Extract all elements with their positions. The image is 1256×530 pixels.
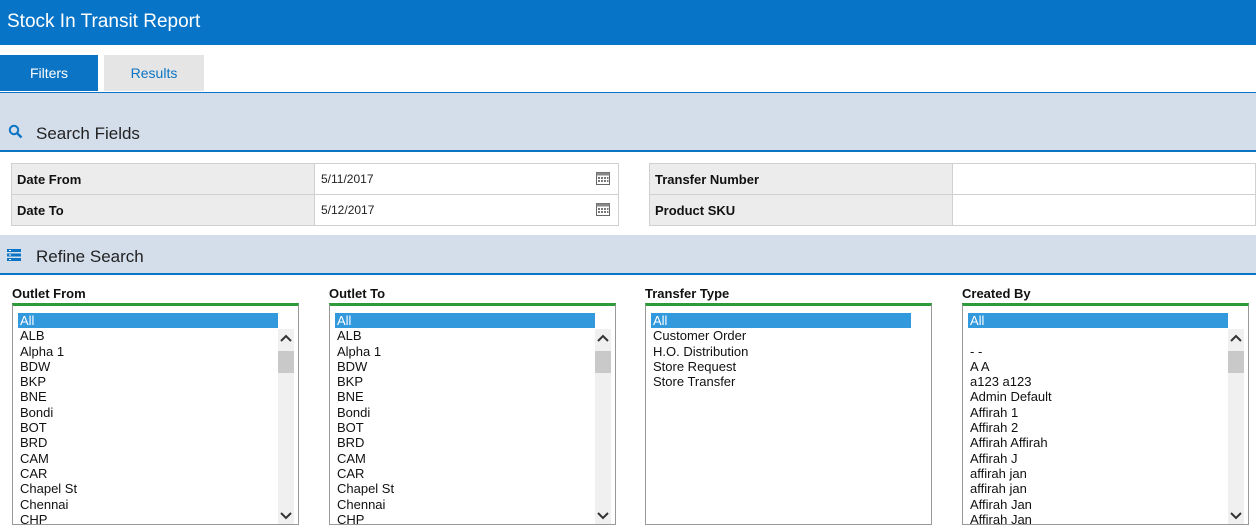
- list-item[interactable]: Customer Order: [651, 328, 911, 343]
- list-item[interactable]: Store Transfer: [651, 374, 911, 389]
- transfer-type-column: Transfer Type All Customer Order H.O. Dist…: [645, 286, 932, 525]
- list-item[interactable]: H.O. Distribution: [651, 344, 911, 359]
- title-bar: Stock In Transit Report: [0, 0, 1256, 45]
- list-item[interactable]: CAR: [335, 466, 595, 481]
- list-icon: [7, 248, 21, 266]
- chevron-up-icon[interactable]: [279, 331, 293, 343]
- date-to-label: Date To: [11, 194, 315, 226]
- list-item[interactable]: CAR: [18, 466, 278, 481]
- chevron-up-icon[interactable]: [1229, 331, 1243, 343]
- date-from-field[interactable]: 5/11/2017: [314, 163, 619, 195]
- outlet-from-column: Outlet From All ALB Alpha 1 BDW BKP BNE Bondi B…: [12, 286, 299, 525]
- list-item[interactable]: BNE: [18, 389, 278, 404]
- list-item[interactable]: Chapel St: [18, 481, 278, 496]
- scrollbar[interactable]: [1228, 329, 1244, 524]
- list-item[interactable]: BNE: [335, 389, 595, 404]
- search-fields-title: Search Fields: [36, 124, 140, 143]
- list-item[interactable]: Affirah Affirah: [968, 435, 1228, 450]
- created-by-header: Created By: [962, 286, 1031, 301]
- list-item[interactable]: Affirah 2: [968, 420, 1228, 435]
- tab-results[interactable]: Results: [104, 55, 204, 91]
- list-item[interactable]: BDW: [18, 359, 278, 374]
- list-item[interactable]: Bondi: [335, 405, 595, 420]
- scrollbar[interactable]: [595, 329, 611, 524]
- date-to-value[interactable]: 5/12/2017: [321, 203, 374, 217]
- outlet-to-header: Outlet To: [329, 286, 386, 301]
- list-item[interactable]: Chennai: [18, 497, 278, 512]
- list-item[interactable]: CHP: [18, 512, 278, 524]
- list-item[interactable]: A A: [968, 359, 1228, 374]
- transfer-number-label: Transfer Number: [649, 163, 953, 195]
- scrollbar-thumb[interactable]: [1228, 351, 1244, 373]
- transfer-fields-table: Transfer Number Product SKU: [649, 163, 1256, 226]
- list-item[interactable]: ALB: [18, 328, 278, 343]
- date-from-value[interactable]: 5/11/2017: [321, 172, 374, 186]
- transfer-type-header: Transfer Type: [645, 286, 730, 301]
- list-item[interactable]: - -: [968, 344, 1228, 359]
- chevron-down-icon[interactable]: [1229, 509, 1243, 521]
- list-item[interactable]: All: [651, 313, 911, 329]
- tab-filters[interactable]: Filters: [0, 55, 98, 91]
- date-to-field[interactable]: 5/12/2017: [314, 194, 619, 226]
- page-title: Stock In Transit Report: [7, 11, 201, 32]
- list-item[interactable]: BKP: [335, 374, 595, 389]
- list-item[interactable]: affirah jan: [968, 466, 1228, 481]
- refine-search-title: Refine Search: [36, 247, 144, 266]
- list-item[interactable]: Chapel St: [335, 481, 595, 496]
- outlet-to-column: Outlet To All ALB Alpha 1 BDW BKP BNE Bondi BOT…: [329, 286, 616, 525]
- date-from-label: Date From: [11, 163, 315, 195]
- list-item[interactable]: Affirah Jan: [968, 512, 1228, 524]
- list-item[interactable]: ALB: [335, 328, 595, 343]
- refine-search-header: Refine Search: [0, 235, 1256, 275]
- outlet-to-listbox[interactable]: All ALB Alpha 1 BDW BKP BNE Bondi BOT BRD CAM CAR C…: [329, 303, 616, 525]
- list-item[interactable]: Alpha 1: [18, 344, 278, 359]
- list-item[interactable]: BDW: [335, 359, 595, 374]
- list-item[interactable]: Affirah 1: [968, 405, 1228, 420]
- list-item[interactable]: Chennai: [335, 497, 595, 512]
- list-item[interactable]: BKP: [18, 374, 278, 389]
- chevron-up-icon[interactable]: [596, 331, 610, 343]
- list-item[interactable]: Admin Default: [968, 389, 1228, 404]
- transfer-number-input[interactable]: [951, 163, 1256, 195]
- product-sku-label: Product SKU: [649, 194, 953, 226]
- list-item[interactable]: a123 a123: [968, 374, 1228, 389]
- product-sku-input[interactable]: [951, 194, 1256, 226]
- search-fields-header: Search Fields: [0, 93, 1256, 152]
- search-icon: [8, 124, 24, 145]
- created-by-column: Created By All - -A Aa123 a123 Admin Defa…: [962, 286, 1249, 525]
- list-item[interactable]: CHP: [335, 512, 595, 524]
- transfer-type-listbox[interactable]: All Customer Order H.O. Distribution Store …: [645, 303, 932, 525]
- outlet-from-header: Outlet From: [12, 286, 86, 301]
- scrollbar-thumb[interactable]: [278, 351, 294, 373]
- list-item[interactable]: Affirah J: [968, 451, 1228, 466]
- chevron-down-icon[interactable]: [596, 509, 610, 521]
- list-item[interactable]: BRD: [18, 435, 278, 450]
- calendar-icon[interactable]: [596, 172, 610, 185]
- outlet-from-listbox[interactable]: All ALB Alpha 1 BDW BKP BNE Bondi BOT BRD CAM CAR C…: [12, 303, 299, 525]
- list-item[interactable]: [968, 328, 1228, 343]
- list-item[interactable]: CAM: [18, 451, 278, 466]
- list-item[interactable]: All: [335, 313, 595, 329]
- list-item[interactable]: affirah jan: [968, 481, 1228, 496]
- list-item[interactable]: Store Request: [651, 359, 911, 374]
- list-item[interactable]: BOT: [335, 420, 595, 435]
- list-item[interactable]: All: [968, 313, 1228, 329]
- chevron-down-icon[interactable]: [279, 509, 293, 521]
- created-by-listbox[interactable]: All - -A Aa123 a123 Admin Default Affirah …: [962, 303, 1249, 525]
- list-item[interactable]: CAM: [335, 451, 595, 466]
- scrollbar-thumb[interactable]: [595, 351, 611, 373]
- scrollbar[interactable]: [278, 329, 294, 524]
- list-item[interactable]: All: [18, 313, 278, 329]
- date-fields-table: Date From 5/11/2017 Date To 5/12/2017: [11, 163, 619, 226]
- list-item[interactable]: Affirah Jan: [968, 497, 1228, 512]
- list-item[interactable]: Alpha 1: [335, 344, 595, 359]
- list-item[interactable]: BRD: [335, 435, 595, 450]
- list-item[interactable]: BOT: [18, 420, 278, 435]
- list-item[interactable]: Bondi: [18, 405, 278, 420]
- calendar-icon[interactable]: [596, 203, 610, 216]
- tab-bar: Filters Results: [0, 55, 1256, 94]
